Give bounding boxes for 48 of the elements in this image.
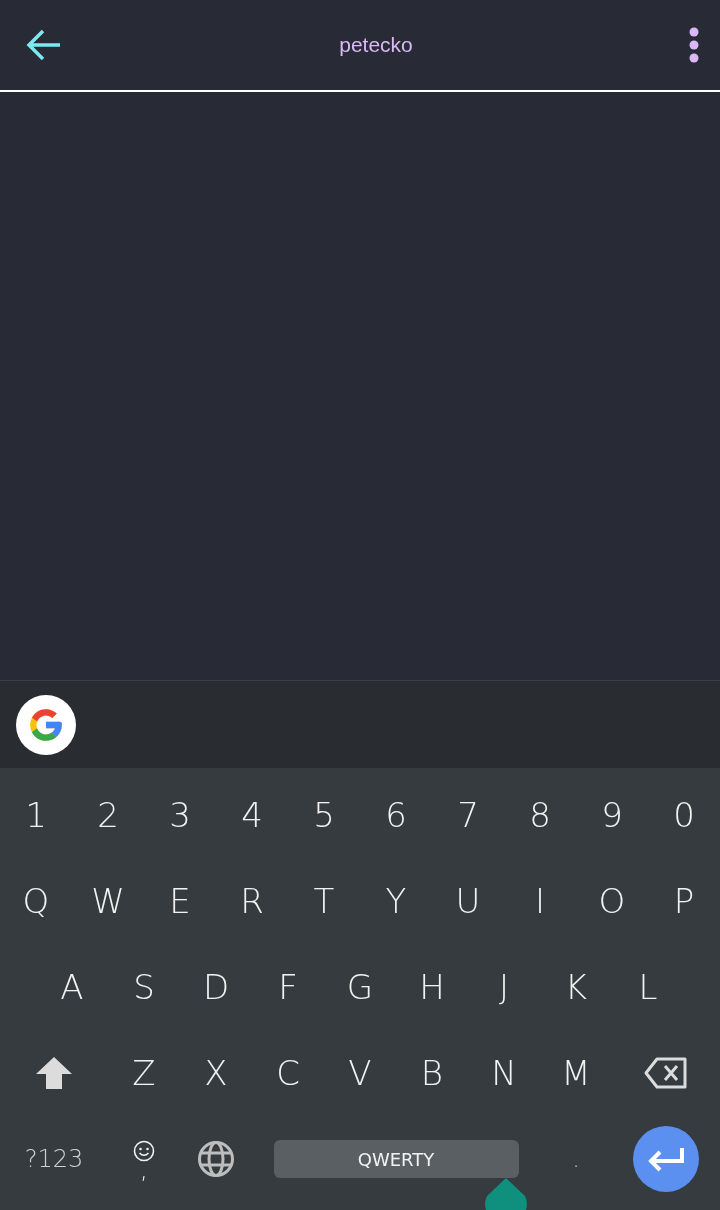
symbols-key[interactable]: ?123 [0,1116,108,1202]
shift-icon [35,1056,73,1090]
key[interactable]: . [540,1116,612,1202]
key[interactable]: Z [108,1030,180,1116]
key[interactable]: H [396,944,468,1030]
key[interactable]: 3 [144,772,216,858]
smiley-icon [133,1140,155,1163]
key[interactable]: Y [360,858,432,944]
chat-title: petecko [339,33,413,57]
key[interactable]: E [144,858,216,944]
key[interactable]: 1 [0,772,72,858]
key[interactable]: B [396,1030,468,1116]
key[interactable]: 4 [216,772,288,858]
key[interactable]: W [72,858,144,944]
key[interactable]: 2 [72,772,144,858]
key[interactable]: 8 [504,772,576,858]
key[interactable]: C [252,1030,324,1116]
key[interactable]: P [648,858,720,944]
key[interactable]: K [540,944,612,1030]
enter-icon [646,1146,686,1172]
key[interactable]: S [108,944,180,1030]
key[interactable]: 9 [576,772,648,858]
text-cursor-handle[interactable] [485,1178,527,1210]
key[interactable]: 0 [648,772,720,858]
key[interactable]: M [540,1030,612,1116]
backspace-icon [644,1057,688,1089]
more-options-icon[interactable] [688,27,700,63]
key[interactable]: T [288,858,360,944]
key[interactable]: 7 [432,772,504,858]
key[interactable]: N [468,1030,540,1116]
key[interactable]: A [36,944,108,1030]
key[interactable]: F [252,944,324,1030]
key[interactable]: X [180,1030,252,1116]
emoji-comma-key[interactable]: , [108,1116,180,1202]
key[interactable]: D [180,944,252,1030]
key[interactable]: L [612,944,684,1030]
key[interactable]: O [576,858,648,944]
key[interactable]: I [504,858,576,944]
key[interactable]: V [324,1030,396,1116]
key[interactable]: U [432,858,504,944]
key[interactable]: 6 [360,772,432,858]
key[interactable]: R [216,858,288,944]
key[interactable]: J [468,944,540,1030]
globe-icon [197,1140,235,1178]
key[interactable]: G [324,944,396,1030]
key[interactable]: 5 [288,772,360,858]
space-bar[interactable]: QWERTY [273,1140,519,1178]
key[interactable]: Q [0,858,72,944]
